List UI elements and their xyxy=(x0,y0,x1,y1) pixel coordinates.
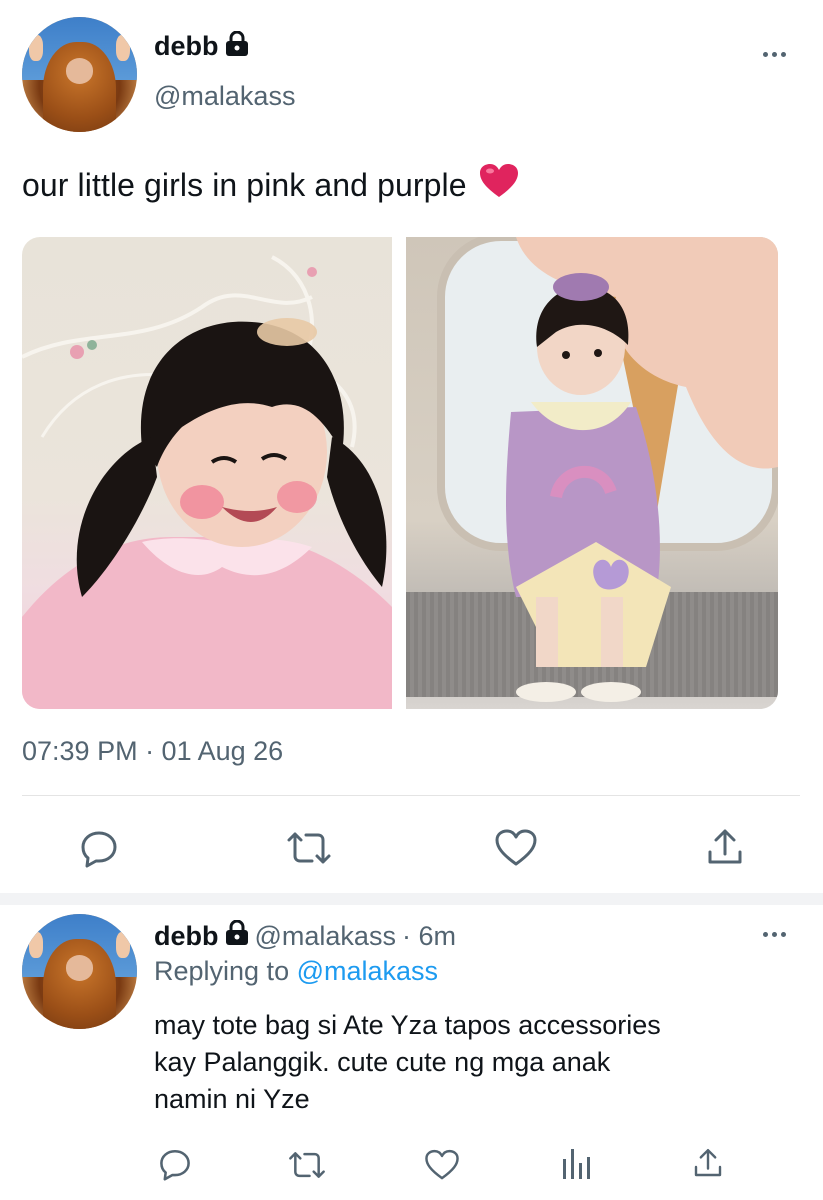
avatar-hand-left xyxy=(28,35,43,61)
lock-icon xyxy=(225,30,249,62)
tweet-text-content: our little girls in pink and purple xyxy=(22,166,467,203)
share-icon[interactable] xyxy=(705,826,745,868)
display-name[interactable]: debb xyxy=(154,31,219,62)
more-dots-icon[interactable] xyxy=(763,52,786,57)
avatar-face xyxy=(65,955,94,981)
tweet-timestamp[interactable]: 07:39 PM · 01 Aug 26 xyxy=(22,736,283,767)
reply-text: may tote bag si Ate Yza tapos accessorie… xyxy=(154,1007,804,1118)
reply-time[interactable]: · 6m xyxy=(402,921,456,952)
retweet-icon[interactable] xyxy=(285,828,333,868)
avatar-face xyxy=(65,58,94,84)
tweet-photo-1[interactable] xyxy=(22,237,392,709)
avatar-costume xyxy=(42,42,117,132)
replying-mention[interactable]: @malakass xyxy=(297,956,438,986)
avatar-hand-right xyxy=(116,35,131,61)
reply-action-like-icon[interactable] xyxy=(424,1148,460,1182)
tweet-text: our little girls in pink and purple xyxy=(22,163,519,207)
reply-action-reply-icon[interactable] xyxy=(158,1147,192,1181)
replying-prefix: Replying to xyxy=(154,956,290,986)
reply-more-dots-icon[interactable] xyxy=(763,932,786,937)
reply-display-name[interactable]: debb xyxy=(154,921,219,952)
section-separator xyxy=(0,893,823,905)
analytics-icon[interactable] xyxy=(561,1147,593,1181)
author-handle[interactable]: @malakass xyxy=(154,81,295,112)
author-name-row[interactable]: debb xyxy=(154,30,249,62)
reply-action-share-icon[interactable] xyxy=(692,1146,724,1180)
divider-main xyxy=(22,795,800,796)
heart-emoji-icon xyxy=(479,163,519,207)
photo-2-illustration xyxy=(406,237,778,702)
photo-1-illustration xyxy=(22,255,392,709)
replying-to: Replying to @malakass xyxy=(154,956,438,987)
reply-text-line: kay Palanggik. cute cute ng mga anak xyxy=(154,1047,611,1077)
reply-text-line: may tote bag si Ate Yza tapos accessorie… xyxy=(154,1010,661,1040)
reply-action-retweet-icon[interactable] xyxy=(287,1148,327,1182)
reply-icon[interactable] xyxy=(79,828,119,868)
avatar-hand-right xyxy=(116,932,131,958)
reply-avatar[interactable] xyxy=(22,914,137,1029)
reply-handle[interactable]: @malakass xyxy=(255,921,396,952)
reply-header: debb @malakass · 6m xyxy=(154,919,456,953)
avatar-costume xyxy=(42,939,117,1029)
reply-text-line: namin ni Yze xyxy=(154,1084,310,1114)
tweet-photo-2[interactable] xyxy=(406,237,778,709)
avatar-hand-left xyxy=(28,932,43,958)
like-icon[interactable] xyxy=(494,828,538,868)
avatar[interactable] xyxy=(22,17,137,132)
lock-icon xyxy=(225,919,249,953)
